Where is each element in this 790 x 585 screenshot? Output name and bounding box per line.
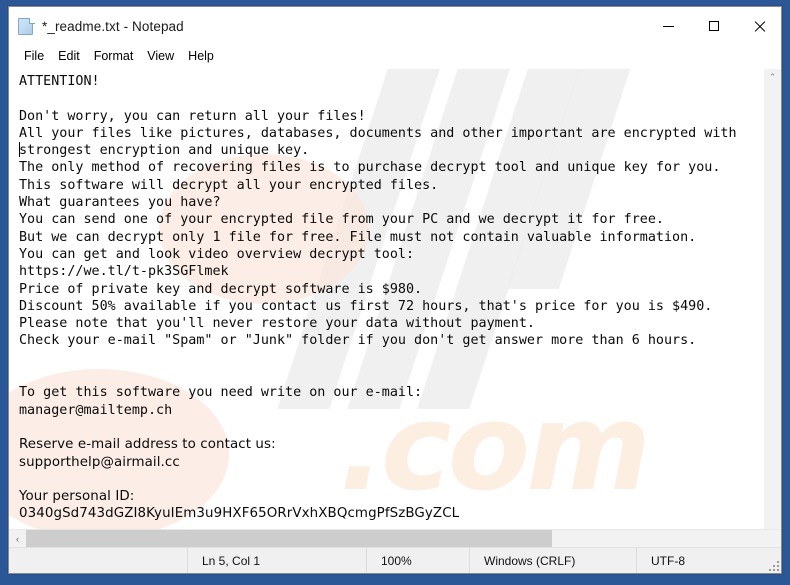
minimize-button[interactable] bbox=[646, 7, 691, 45]
horizontal-scroll-thumb[interactable] bbox=[26, 530, 552, 547]
resize-grip[interactable] bbox=[765, 548, 781, 573]
status-line-column: Ln 5, Col 1 bbox=[187, 548, 366, 573]
title-bar[interactable]: *_readme.txt - Notepad bbox=[9, 7, 781, 45]
notepad-window: *_readme.txt - Notepad File Edit Format … bbox=[8, 6, 782, 574]
menu-bar: File Edit Format View Help bbox=[9, 45, 781, 68]
editor-region: .com ATTENTION! Don't worry, you can ret… bbox=[9, 68, 781, 529]
menu-item-format[interactable]: Format bbox=[87, 47, 141, 66]
close-icon bbox=[753, 20, 765, 32]
maximize-icon bbox=[708, 21, 719, 31]
scroll-up-arrow-icon[interactable]: ⌃ bbox=[764, 69, 781, 86]
scroll-left-arrow-icon[interactable]: ‹ bbox=[9, 530, 26, 547]
menu-item-edit[interactable]: Edit bbox=[51, 47, 87, 66]
window-controls bbox=[646, 7, 781, 45]
desktop-background: *_readme.txt - Notepad File Edit Format … bbox=[0, 0, 790, 585]
notepad-document-icon bbox=[18, 17, 35, 36]
status-zoom-level[interactable]: 100% bbox=[366, 548, 469, 573]
menu-item-file[interactable]: File bbox=[17, 47, 51, 66]
readme-mono-block: ATTENTION! Don't worry, you can return a… bbox=[19, 74, 737, 418]
close-button[interactable] bbox=[736, 7, 781, 45]
status-bar: Ln 5, Col 1 100% Windows (CRLF) UTF-8 bbox=[9, 547, 781, 573]
menu-item-help[interactable]: Help bbox=[181, 47, 221, 66]
menu-item-view[interactable]: View bbox=[140, 47, 181, 66]
window-title: *_readme.txt - Notepad bbox=[42, 18, 184, 34]
text-caret bbox=[19, 142, 20, 157]
status-line-ending[interactable]: Windows (CRLF) bbox=[469, 548, 636, 573]
maximize-button[interactable] bbox=[691, 7, 736, 45]
title-bar-left: *_readme.txt - Notepad bbox=[9, 17, 646, 36]
status-encoding[interactable]: UTF-8 bbox=[636, 548, 765, 573]
minimize-icon bbox=[663, 25, 674, 27]
readme-proportional-block: Reserve e-mail address to contact us: su… bbox=[19, 437, 460, 522]
horizontal-scrollbar[interactable]: ‹ bbox=[9, 529, 781, 547]
text-editing-area[interactable]: .com ATTENTION! Don't worry, you can ret… bbox=[9, 69, 763, 529]
readme-text[interactable]: ATTENTION! Don't worry, you can return a… bbox=[9, 69, 763, 523]
horizontal-scroll-track[interactable] bbox=[26, 530, 764, 547]
vertical-scroll-track[interactable] bbox=[764, 86, 781, 529]
vertical-scrollbar[interactable]: ⌃ bbox=[763, 69, 781, 529]
scrollbar-corner bbox=[764, 530, 781, 547]
